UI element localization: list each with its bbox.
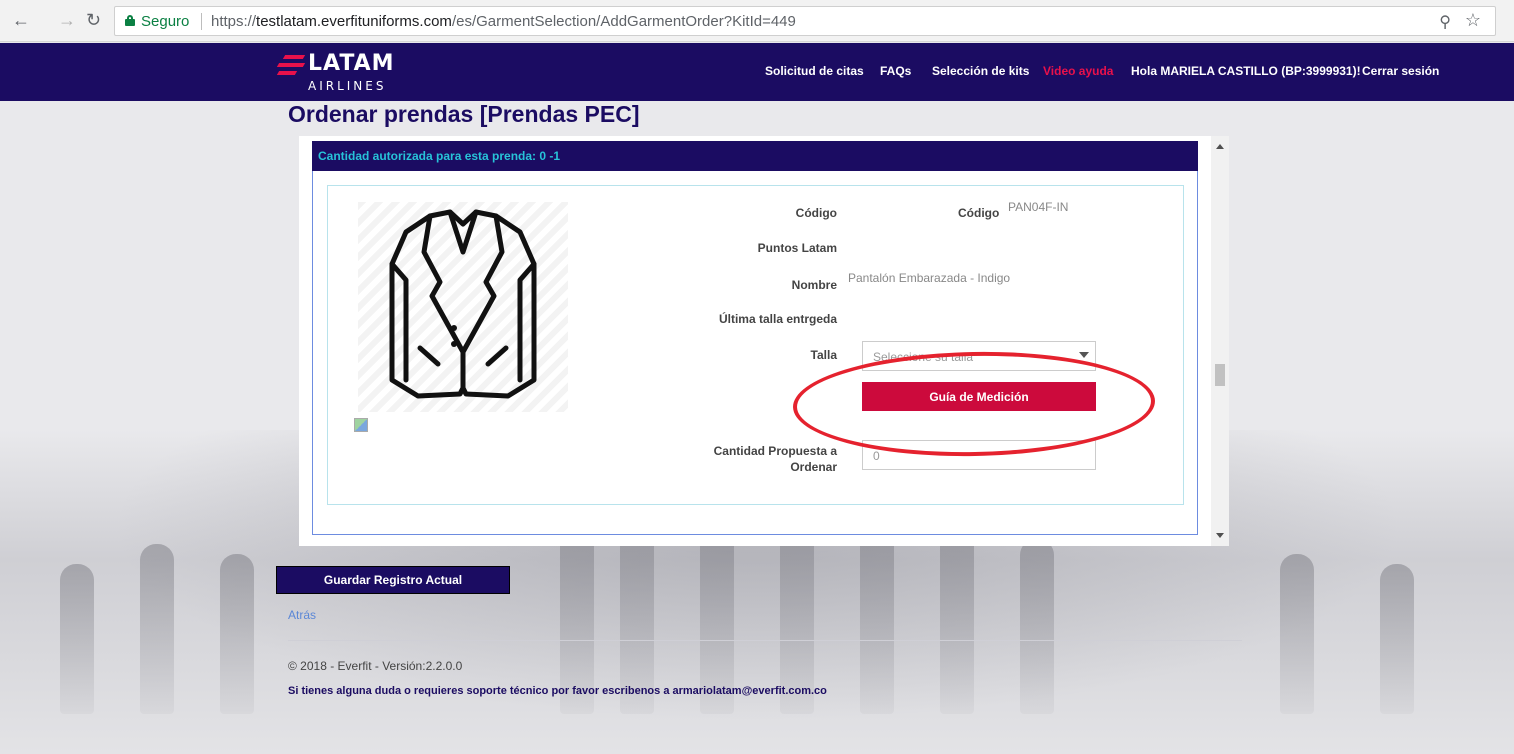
quantity-input-value: 0: [873, 449, 880, 463]
save-record-button[interactable]: Guardar Registro Actual: [276, 566, 510, 594]
logo-subtext: AIRLINES: [308, 79, 387, 93]
zoom-icon[interactable]: ⚲: [1439, 12, 1451, 32]
url-divider: [201, 13, 202, 30]
scroll-up-icon[interactable]: [1216, 144, 1224, 149]
url-text[interactable]: https://testlatam.everfituniforms.com/es…: [211, 13, 796, 30]
background-figure: [60, 564, 94, 714]
size-label: Talla: [810, 348, 837, 362]
chevron-down-icon: [1079, 352, 1089, 358]
nav-user-greeting[interactable]: Hola MARIELA CASTILLO (BP:3999931)!: [1131, 64, 1361, 78]
quantity-input[interactable]: 0: [862, 440, 1096, 470]
garment-image: [358, 202, 568, 412]
measurement-guide-button[interactable]: Guía de Medición: [862, 382, 1096, 411]
page-title: Ordenar prendas [Prendas PEC]: [288, 101, 640, 127]
browser-toolbar: ← → ↻ Seguro https://testlatam.everfitun…: [0, 0, 1514, 42]
star-icon[interactable]: ☆: [1465, 10, 1481, 31]
scroll-down-icon[interactable]: [1216, 533, 1224, 538]
scrollbar-thumb[interactable]: [1215, 364, 1225, 386]
name-label: Nombre: [791, 278, 837, 292]
panel-header: Cantidad autorizada para esta prenda: 0 …: [312, 141, 1198, 171]
latam-logo-mark-icon: [276, 55, 306, 81]
footer-copyright: © 2018 - Everfit - Versión:2.2.0.0: [288, 659, 463, 673]
last-size-label: Última talla entrgeda: [718, 312, 837, 326]
address-bar[interactable]: Seguro https://testlatam.everfituniforms…: [114, 6, 1496, 36]
background-figure: [940, 529, 974, 714]
code-label: Código: [795, 206, 837, 220]
quantity-label-line1: Cantidad Propuesta a: [713, 444, 837, 458]
secure-label: Seguro: [141, 13, 190, 30]
points-label: Puntos Latam: [757, 241, 837, 255]
name-value: Pantalón Embarazada - Indigo: [848, 271, 1011, 285]
vest-icon: [389, 209, 537, 399]
broken-image-icon: [354, 418, 368, 432]
authorized-quantity-text: Cantidad autorizada para esta prenda: 0 …: [318, 149, 561, 163]
back-link[interactable]: Atrás: [288, 608, 316, 622]
nav-video-help[interactable]: Video ayuda: [1043, 64, 1113, 78]
arrow-left-icon[interactable]: ←: [12, 9, 30, 31]
garment-panel-content: Cantidad autorizada para esta prenda: 0 …: [299, 136, 1211, 546]
background-figure: [1280, 554, 1314, 714]
panel-body: Código Código PAN04F-IN Puntos Latam Nom…: [312, 171, 1198, 535]
background-figure: [140, 544, 174, 714]
site-header: LATAM AIRLINES Solicitud de citas FAQs S…: [0, 43, 1514, 101]
url-path: /es/GarmentSelection/AddGarmentOrder?Kit…: [451, 13, 796, 30]
url-host: testlatam.everfituniforms.com: [256, 13, 452, 30]
background-figure: [1380, 564, 1414, 714]
latam-logo[interactable]: LATAM AIRLINES: [276, 51, 428, 95]
arrow-right-icon[interactable]: →: [58, 9, 76, 31]
nav-kits[interactable]: Selección de kits: [932, 64, 1029, 78]
background-figure: [1020, 539, 1054, 714]
garment-panel: Cantidad autorizada para esta prenda: 0 …: [299, 136, 1229, 546]
logo-text: LATAM: [308, 51, 395, 76]
footer-divider: [288, 640, 1242, 641]
lock-icon: [125, 15, 135, 26]
panel-scrollbar[interactable]: [1211, 136, 1229, 546]
code-label-secondary: Código: [958, 206, 1000, 220]
nav-logout[interactable]: Cerrar sesión: [1362, 64, 1439, 78]
quantity-label-line2: Ordenar: [790, 460, 837, 474]
code-value: PAN04F-IN: [1008, 200, 1069, 214]
background-figure: [860, 524, 894, 714]
nav-faqs[interactable]: FAQs: [880, 64, 911, 78]
footer-support-text: Si tienes alguna duda o requieres soport…: [288, 685, 827, 697]
size-select[interactable]: Seleccione su talla: [862, 341, 1096, 371]
background-figure: [220, 554, 254, 714]
reload-icon[interactable]: ↻: [86, 9, 101, 31]
url-scheme: https://: [211, 13, 257, 30]
garment-card: Código Código PAN04F-IN Puntos Latam Nom…: [327, 185, 1184, 505]
nav-appointments[interactable]: Solicitud de citas: [765, 64, 864, 78]
size-select-placeholder: Seleccione su talla: [873, 350, 974, 364]
